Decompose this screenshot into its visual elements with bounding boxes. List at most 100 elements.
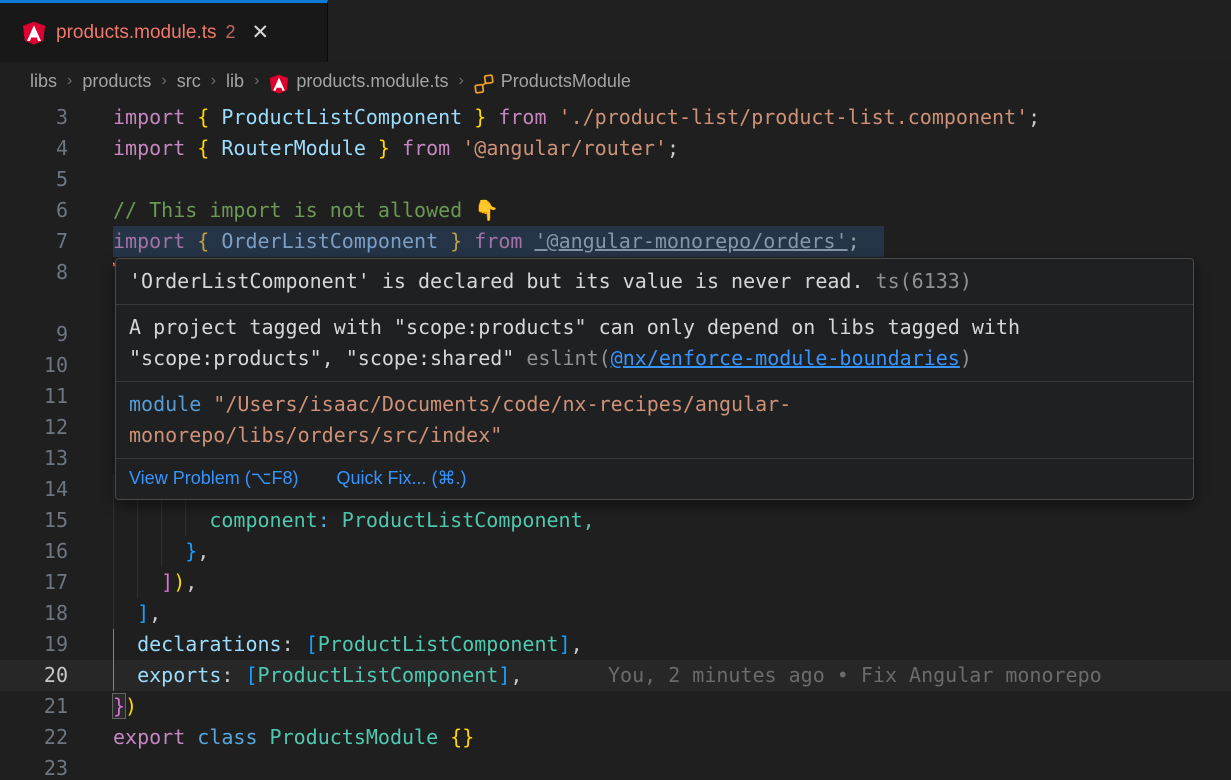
code-line[interactable]: export class ProductsModule {} bbox=[113, 722, 474, 753]
code-token: component bbox=[209, 508, 317, 532]
code-token: OrderListComponent bbox=[221, 229, 438, 253]
code-token: , bbox=[510, 663, 522, 687]
code-token: { bbox=[197, 105, 221, 129]
code-token bbox=[113, 539, 185, 563]
code-token: } bbox=[438, 229, 462, 253]
line-number[interactable]: 4 bbox=[0, 133, 68, 164]
line-number[interactable]: 16 bbox=[0, 536, 68, 567]
code-token: from bbox=[486, 105, 558, 129]
line-number[interactable]: 21 bbox=[0, 691, 68, 722]
breadcrumb-item-file[interactable]: products.module.ts bbox=[296, 71, 448, 92]
code-token: {} bbox=[450, 725, 474, 749]
code-line[interactable]: import { ProductListComponent } from './… bbox=[113, 102, 1040, 133]
line-number[interactable]: 11 bbox=[0, 381, 68, 412]
line-number[interactable]: 6 bbox=[0, 195, 68, 226]
code-token bbox=[113, 508, 209, 532]
code-token: ProductListComponent bbox=[342, 508, 583, 532]
tab-title: products.module.ts bbox=[56, 22, 217, 44]
code-token: ] bbox=[161, 570, 173, 594]
line-number[interactable]: 5 bbox=[0, 164, 68, 195]
class-symbol-icon bbox=[474, 74, 494, 94]
code-token bbox=[113, 570, 161, 594]
quick-fix-link[interactable]: Quick Fix... (⌘.) bbox=[336, 463, 466, 495]
code-line[interactable]: }) bbox=[113, 691, 137, 722]
line-number[interactable]: 15 bbox=[0, 505, 68, 536]
code-token: '@angular/router' bbox=[462, 136, 667, 160]
code-token bbox=[113, 663, 137, 687]
breadcrumb-item-src[interactable]: src bbox=[177, 71, 201, 92]
vscode-editor-window: products.module.ts 2 ✕ libs › products ›… bbox=[0, 0, 1231, 780]
code-token: , bbox=[583, 508, 595, 532]
code-token: : bbox=[318, 508, 330, 532]
eslint-error-message: A project tagged with "scope:products" c… bbox=[116, 305, 1193, 382]
line-number[interactable]: 14 bbox=[0, 474, 68, 505]
code-line[interactable]: component: ProductListComponent, bbox=[113, 505, 595, 536]
code-token: } bbox=[462, 105, 486, 129]
hover-status-bar: View Problem (⌥F8) Quick Fix... (⌘.) bbox=[116, 459, 1193, 499]
breadcrumb-item-symbol[interactable]: ProductsModule bbox=[501, 71, 631, 92]
angular-icon bbox=[269, 74, 289, 94]
code-line[interactable]: // This import is not allowed 👇 bbox=[113, 195, 499, 226]
code-token bbox=[330, 508, 342, 532]
code-token: } bbox=[185, 539, 197, 563]
line-number[interactable]: 12 bbox=[0, 412, 68, 443]
code-token bbox=[113, 601, 137, 625]
line-number[interactable]: 13 bbox=[0, 443, 68, 474]
code-line[interactable]: exports: [ProductListComponent], bbox=[113, 660, 522, 691]
ts-error-code: ts(6133) bbox=[864, 269, 972, 293]
line-number[interactable]: 10 bbox=[0, 350, 68, 381]
code-token: [ bbox=[306, 632, 318, 656]
code-token: , bbox=[571, 632, 583, 656]
breadcrumb-separator: › bbox=[161, 72, 166, 90]
code-token: declarations bbox=[137, 632, 282, 656]
code-token: ; bbox=[1028, 105, 1040, 129]
indent-guide bbox=[113, 474, 114, 505]
code-line[interactable]: import { RouterModule } from '@angular/r… bbox=[113, 133, 679, 164]
close-icon[interactable]: ✕ bbox=[252, 20, 270, 45]
code-token: import bbox=[113, 136, 197, 160]
breadcrumb-separator: › bbox=[67, 72, 72, 90]
code-token: '@angular-monorepo/orders' bbox=[534, 229, 847, 253]
code-token: ] bbox=[498, 663, 510, 687]
line-number[interactable]: 9 bbox=[0, 319, 68, 350]
code-token: } bbox=[366, 136, 390, 160]
code-token: from bbox=[390, 136, 462, 160]
code-line[interactable]: ]), bbox=[113, 567, 197, 598]
breadcrumb-separator: › bbox=[458, 72, 463, 90]
code-token: ProductListComponent bbox=[258, 663, 499, 687]
breadcrumb-item-lib[interactable]: lib bbox=[226, 71, 244, 92]
code-token: import bbox=[113, 105, 197, 129]
ts-error-message: 'OrderListComponent' is declared but its… bbox=[116, 259, 1193, 305]
code-line[interactable]: }, bbox=[113, 536, 209, 567]
view-problem-link[interactable]: View Problem (⌥F8) bbox=[129, 463, 298, 495]
code-token: [ bbox=[245, 663, 257, 687]
code-token: export bbox=[113, 725, 197, 749]
line-number[interactable]: 18 bbox=[0, 598, 68, 629]
tab-products-module-ts[interactable]: products.module.ts 2 ✕ bbox=[0, 0, 328, 62]
line-number[interactable]: 17 bbox=[0, 567, 68, 598]
code-token: : bbox=[282, 632, 306, 656]
code-token: ; bbox=[848, 229, 860, 253]
breadcrumb-item-products[interactable]: products bbox=[82, 71, 151, 92]
breadcrumb-separator: › bbox=[254, 72, 259, 90]
line-number[interactable]: 23 bbox=[0, 753, 68, 780]
module-path-info: module "/Users/isaac/Documents/code/nx-r… bbox=[116, 382, 1193, 459]
code-token: , bbox=[185, 570, 197, 594]
line-number[interactable]: 22 bbox=[0, 722, 68, 753]
line-number[interactable]: 7 bbox=[0, 226, 68, 257]
code-line[interactable]: declarations: [ProductListComponent], bbox=[113, 629, 583, 660]
breadcrumb-separator: › bbox=[211, 72, 216, 90]
code-token: ) bbox=[173, 570, 185, 594]
line-number[interactable]: 8 bbox=[0, 257, 68, 288]
line-number[interactable]: 19 bbox=[0, 629, 68, 660]
code-token: , bbox=[197, 539, 209, 563]
tab-bar: products.module.ts 2 ✕ bbox=[0, 0, 1231, 62]
code-token: // This import is not allowed 👇 bbox=[113, 198, 499, 222]
code-line[interactable]: ], bbox=[113, 598, 161, 629]
breadcrumb-item-libs[interactable]: libs bbox=[30, 71, 57, 92]
eslint-rule-link[interactable]: @nx/enforce-module-boundaries bbox=[611, 346, 960, 370]
code-token: class bbox=[197, 725, 269, 749]
line-number[interactable]: 3 bbox=[0, 102, 68, 133]
line-number[interactable]: 20 bbox=[0, 660, 68, 691]
code-token: './product-list/product-list.component' bbox=[559, 105, 1029, 129]
